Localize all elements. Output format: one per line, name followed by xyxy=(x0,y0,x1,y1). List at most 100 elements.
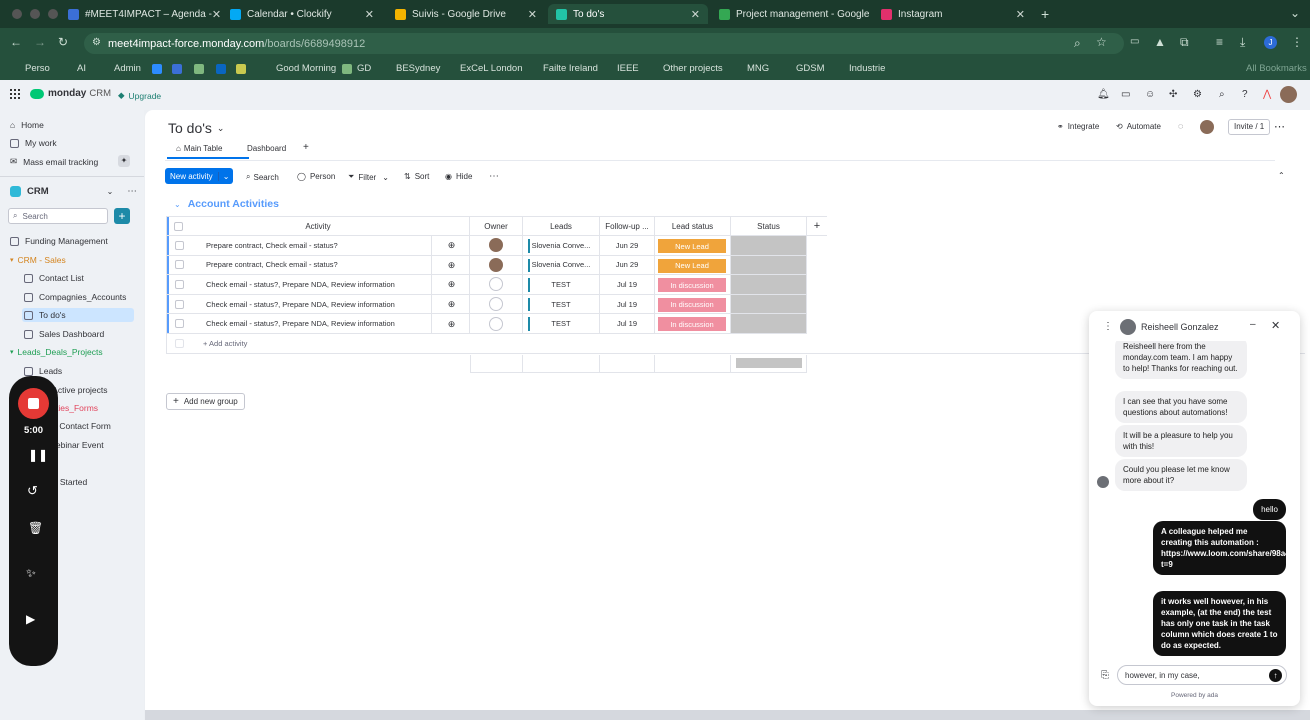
board-member-avatar[interactable] xyxy=(1200,120,1214,134)
column-header[interactable]: Lead status xyxy=(655,216,731,236)
board-title[interactable]: To do's ⌄ xyxy=(168,120,224,136)
bookmark-item[interactable]: GD xyxy=(357,63,371,74)
sidebar-item[interactable]: Compagnies_Accounts xyxy=(24,292,126,302)
search-button[interactable]: ⌕ Search xyxy=(246,172,279,182)
invite-members-icon[interactable]: ☺ xyxy=(1145,89,1155,100)
workspace-more-icon[interactable]: ⋯ xyxy=(127,186,137,197)
browser-tab[interactable]: Project management - Google✕ xyxy=(711,4,869,24)
followup-date-cell[interactable]: Jul 19 xyxy=(600,275,655,295)
pause-icon[interactable]: ❚❚ xyxy=(28,448,48,462)
add-column-icon[interactable]: + xyxy=(807,216,827,236)
row-checkbox[interactable] xyxy=(175,260,184,270)
notifications-icon[interactable]: 🔔︎ xyxy=(1097,89,1110,100)
lead-cell[interactable]: TEST xyxy=(523,294,600,315)
add-update-icon[interactable]: ⊕ xyxy=(431,255,469,275)
tab-main-table[interactable]: ⌂ Main Table xyxy=(176,144,222,153)
board-more-icon[interactable]: ⋯ xyxy=(1274,120,1285,133)
extension-drive-icon[interactable]: ▲ xyxy=(1154,35,1166,49)
sidebar-item[interactable]: ▾ CRM - Sales xyxy=(10,255,66,265)
site-info-icon[interactable]: ⚙ xyxy=(92,37,101,48)
column-header[interactable]: Owner xyxy=(470,216,523,236)
bookmark-favicon-icon[interactable] xyxy=(172,64,182,74)
delete-icon[interactable]: 🗑︎ xyxy=(28,521,43,535)
bookmark-item[interactable]: Other projects xyxy=(663,63,723,74)
status-cell[interactable] xyxy=(731,236,807,256)
chevron-down-icon[interactable]: ⌄ xyxy=(217,171,234,181)
browser-tab[interactable]: Instagram ✕ xyxy=(873,4,1033,24)
zoom-icon[interactable]: ⌕ xyxy=(1074,36,1081,51)
row-checkbox[interactable] xyxy=(175,319,184,329)
close-tab-icon[interactable]: ✕ xyxy=(212,8,220,21)
column-header[interactable]: Status xyxy=(731,216,807,236)
add-item-button[interactable]: + xyxy=(114,208,130,224)
window-minimize-button[interactable] xyxy=(30,9,40,19)
person-filter-button[interactable]: ◯ Person xyxy=(297,172,335,181)
bookmark-favicon-icon[interactable] xyxy=(152,64,162,74)
search-icon[interactable]: ⌕ xyxy=(1219,89,1225,100)
add-update-icon[interactable]: ⊕ xyxy=(431,275,469,294)
horizontal-scrollbar[interactable] xyxy=(145,710,1310,720)
column-header[interactable]: Activity xyxy=(166,216,470,236)
integrations-icon[interactable]: ✣ xyxy=(1169,89,1177,100)
followup-date-cell[interactable]: Jul 19 xyxy=(600,314,655,334)
sidebar-item[interactable]: Funding Management xyxy=(10,236,108,246)
upgrade-button[interactable]: ◆ Upgrade xyxy=(118,90,161,101)
profile-avatar[interactable]: J xyxy=(1264,36,1277,49)
lead-status-cell[interactable]: In discussion xyxy=(655,275,731,295)
inbox-icon[interactable]: ▭ xyxy=(1121,89,1130,100)
chevron-down-icon[interactable]: ⌄ xyxy=(107,187,114,196)
bookmark-item[interactable]: GDSM xyxy=(796,63,825,74)
chrome-menu-icon[interactable]: ⋮ xyxy=(1291,35,1303,49)
mass-email-action-icon[interactable]: ✦ xyxy=(118,155,130,167)
close-tab-icon[interactable]: ✕ xyxy=(365,8,374,21)
owner-cell[interactable] xyxy=(470,255,523,276)
tab-search-icon[interactable]: ⌄ xyxy=(1290,6,1300,20)
owner-cell[interactable] xyxy=(470,236,523,256)
bookmark-item[interactable]: MNG xyxy=(747,63,769,74)
attach-icon[interactable]: ⎘ xyxy=(1101,670,1109,681)
browser-tab[interactable]: Suivis - Google Drive ✕ xyxy=(387,4,545,24)
followup-date-cell[interactable]: Jul 19 xyxy=(600,294,655,315)
owner-cell[interactable] xyxy=(470,294,523,315)
integrate-button[interactable]: ⚭ Integrate xyxy=(1057,122,1099,131)
lead-cell[interactable]: Slovenia Conve... xyxy=(523,236,600,256)
followup-date-cell[interactable]: Jun 29 xyxy=(600,255,655,276)
monday-logo[interactable]: monday CRM xyxy=(30,88,111,99)
help-icon[interactable]: ? xyxy=(1242,89,1248,100)
extension-zoom-icon[interactable]: ▭ xyxy=(1130,36,1139,47)
stop-recording-button[interactable] xyxy=(18,388,49,419)
status-cell[interactable] xyxy=(731,294,807,315)
bookmark-item[interactable]: Good Morning xyxy=(276,63,336,74)
activity-cell[interactable]: Check email - status?, Prepare NDA, Revi… xyxy=(166,275,470,295)
reading-list-icon[interactable]: ≡ xyxy=(1216,35,1223,49)
sidebar-search-input[interactable]: ⌕ Search xyxy=(8,208,108,224)
sidebar-item[interactable]: ▾ Leads_Deals_Projects xyxy=(10,347,103,357)
minimize-icon[interactable]: – xyxy=(1250,319,1256,330)
sidebar-home[interactable]: ⌂ Home xyxy=(10,120,44,130)
bookmark-favicon-icon[interactable] xyxy=(216,64,226,74)
reload-icon[interactable]: ↻ xyxy=(58,35,68,49)
activity-cell[interactable]: Check email - status?, Prepare NDA, Revi… xyxy=(166,314,470,334)
lead-cell[interactable]: TEST xyxy=(523,275,600,295)
lead-cell[interactable]: TEST xyxy=(523,314,600,334)
bookmark-item[interactable]: IEEE xyxy=(617,63,639,74)
close-tab-icon[interactable]: ✕ xyxy=(1016,8,1025,21)
workspace-selector[interactable]: CRM ⌄ ⋯ xyxy=(10,186,137,197)
apps-grid-icon[interactable] xyxy=(10,89,20,99)
column-header[interactable]: Follow-up ... xyxy=(600,216,655,236)
extensions-icon[interactable]: ⧉ xyxy=(1180,35,1189,50)
bookmark-favicon-icon[interactable] xyxy=(194,64,204,74)
activity-cell[interactable]: Prepare contract, Check email - status? ⊕ xyxy=(166,255,470,276)
send-icon[interactable]: ↑ xyxy=(1269,669,1282,682)
sidebar-item[interactable]: To do's xyxy=(22,308,134,322)
hide-button[interactable]: ◉ Hide xyxy=(445,172,472,181)
status-cell[interactable] xyxy=(731,314,807,334)
activity-cell[interactable]: Prepare contract, Check email - status? ⊕ xyxy=(166,236,470,256)
owner-cell[interactable] xyxy=(470,275,523,295)
browser-tab[interactable]: Calendar • Clockify ✕ xyxy=(222,4,382,24)
all-bookmarks[interactable]: All Bookmarks xyxy=(1246,63,1307,74)
restart-icon[interactable]: ↺ xyxy=(27,483,38,499)
add-update-icon[interactable]: ⊕ xyxy=(431,314,469,334)
add-update-icon[interactable]: ⊕ xyxy=(431,294,469,314)
filter-button[interactable]: ⏷ Filter ⌄ xyxy=(348,172,389,182)
